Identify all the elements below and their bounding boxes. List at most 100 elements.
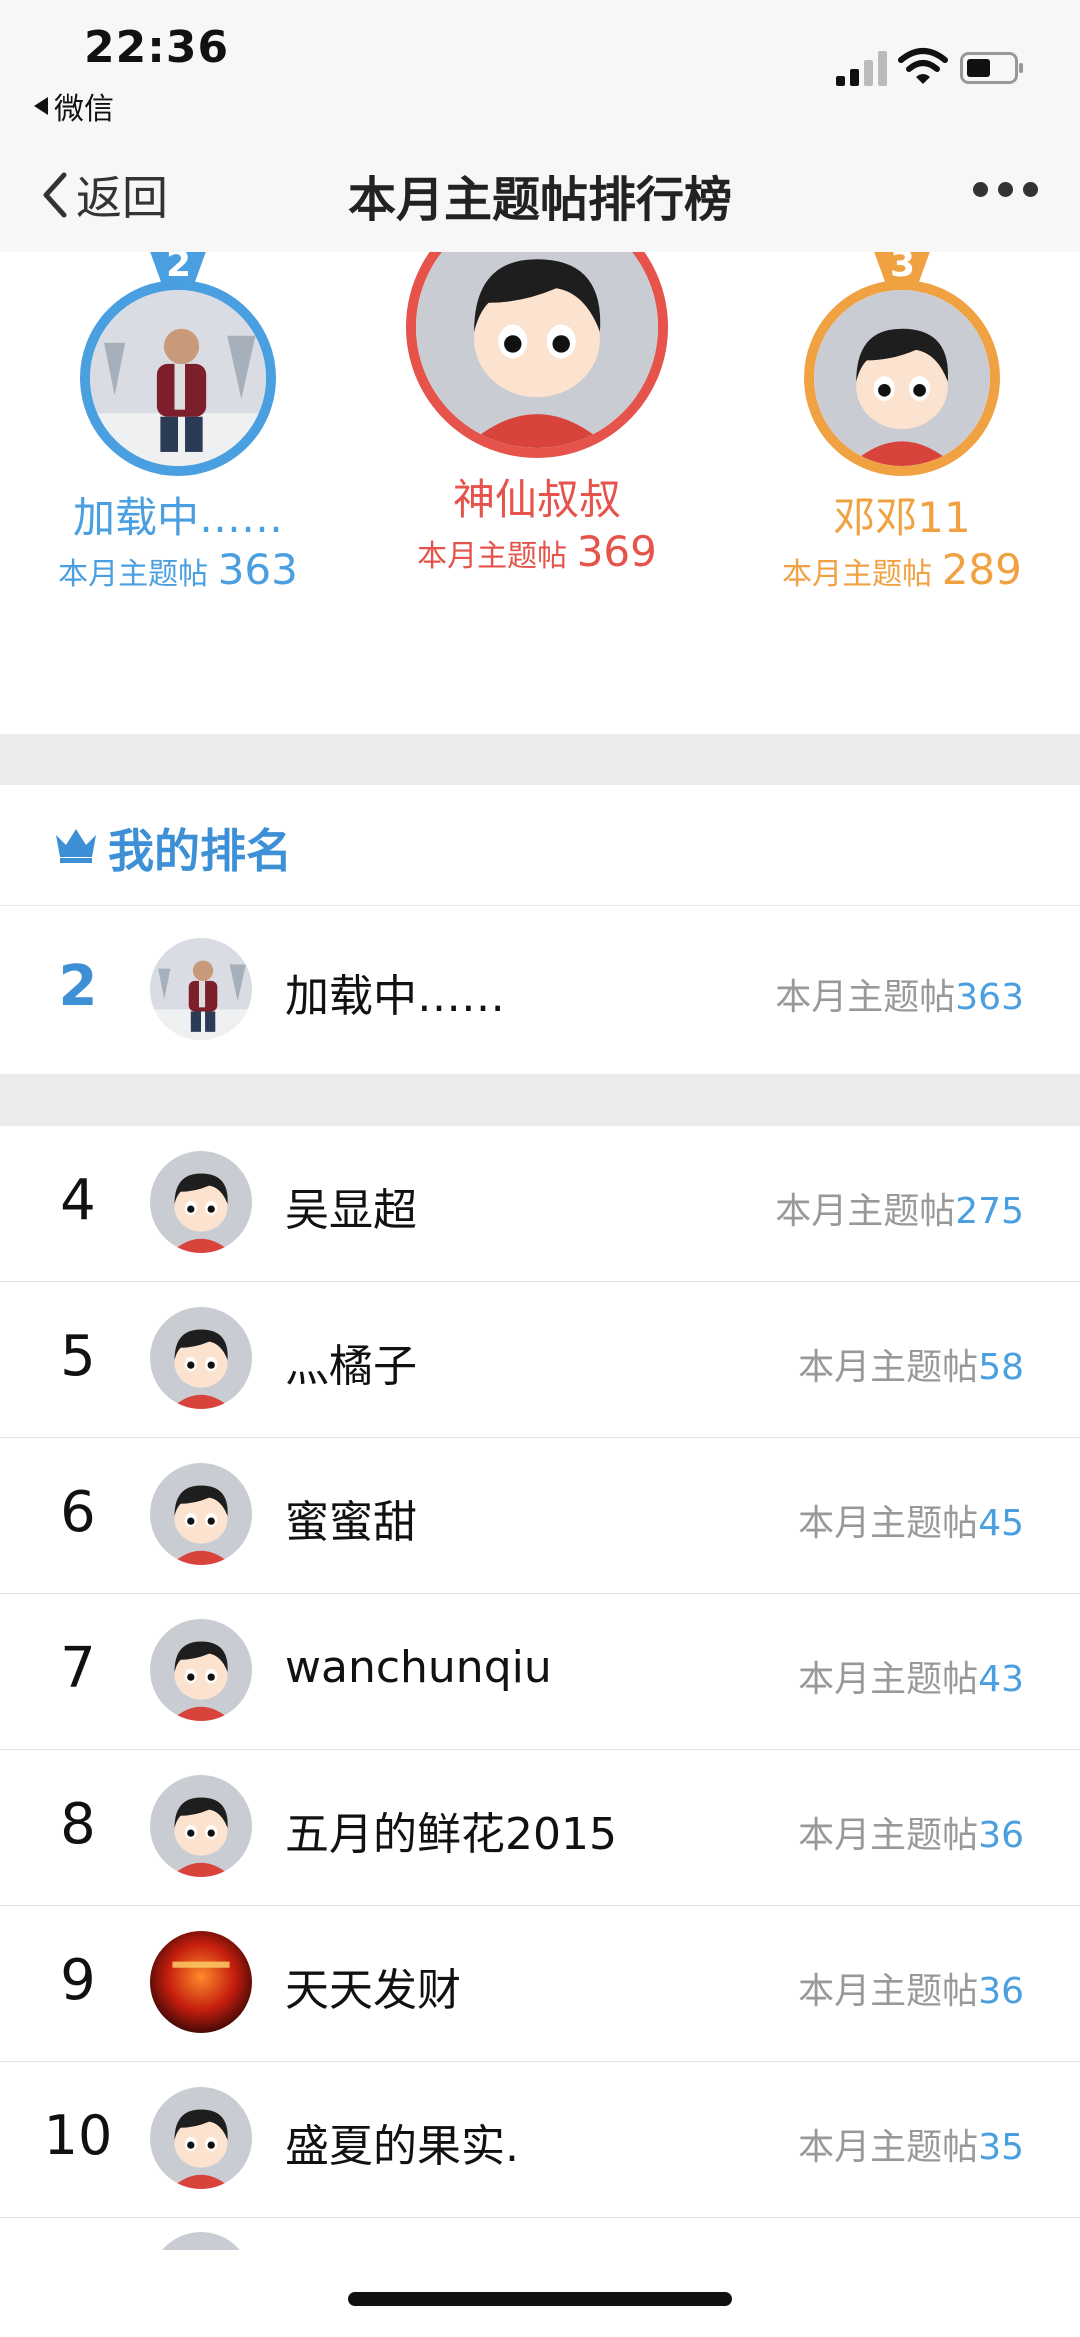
- rank-number: 9: [60, 1948, 96, 2013]
- cartoon-avatar: [814, 290, 990, 466]
- section-divider: [0, 734, 1080, 785]
- battery-icon: [960, 52, 1023, 84]
- list-item[interactable]: 9 天天发财 本月主题帖36: [0, 1906, 1080, 2062]
- avatar: [150, 1151, 252, 1253]
- list-item[interactable]: 6 蜜蜜甜 本月主题帖45: [0, 1438, 1080, 1594]
- stat-count: 363: [217, 545, 298, 594]
- podium-third-stat: 本月主题帖 289: [752, 545, 1052, 594]
- user-name: 蜜蜜甜: [285, 1497, 417, 1548]
- avatar: [150, 1463, 252, 1565]
- rank-number: 4: [60, 1168, 96, 1233]
- stat-label: 本月主题帖: [775, 977, 956, 1018]
- list-item[interactable]: 4 吴显超 本月主题帖275: [0, 1126, 1080, 1282]
- stat-label: 本月主题帖: [417, 539, 568, 574]
- avatar: [150, 1619, 252, 1721]
- list-item[interactable]: 10 盛夏的果实. 本月主题帖35: [0, 2062, 1080, 2218]
- avatar: [80, 280, 276, 476]
- rank-number: 5: [60, 1324, 96, 1389]
- podium-first-stat: 本月主题帖 369: [382, 527, 692, 576]
- avatar: [150, 1931, 252, 2033]
- user-name: 灬橘子: [285, 1341, 417, 1392]
- stat-count: 45: [978, 1503, 1024, 1544]
- user-name: 盛夏的果实.: [285, 2121, 519, 2172]
- stat-label: 本月主题帖: [798, 1503, 979, 1544]
- podium-second[interactable]: 2 加载中…… 本月主题帖 363: [28, 252, 328, 594]
- user-stat: 本月主题帖35: [798, 2118, 1024, 2170]
- user-stat: 本月主题帖36: [798, 1806, 1024, 1858]
- my-rank-title: 我的排名: [108, 824, 292, 878]
- user-stat: 本月主题帖363: [775, 968, 1024, 1020]
- stat-label: 本月主题帖: [782, 557, 933, 592]
- cartoon-avatar: [150, 1463, 252, 1565]
- rank-number: 7: [60, 1636, 96, 1701]
- podium-first[interactable]: 神仙叔叔 本月主题帖 369: [382, 252, 692, 576]
- rank-number: 8: [60, 1792, 96, 1857]
- my-rank-header: 我的排名: [0, 785, 1080, 906]
- stat-count: 43: [978, 1659, 1024, 1700]
- avatar: [150, 2087, 252, 2189]
- stat-count: 275: [955, 1191, 1024, 1232]
- crown-icon: [56, 829, 96, 863]
- user-stat: 本月主题帖45: [798, 1494, 1024, 1546]
- podium-third-name: 邓邓11: [833, 493, 971, 542]
- photo-avatar: [150, 938, 252, 1040]
- cartoon-avatar: [150, 1619, 252, 1721]
- rank-number: 2: [58, 954, 98, 1019]
- more-dot-icon: [973, 182, 988, 197]
- rank-number: 6: [60, 1480, 96, 1545]
- photo-avatar: [90, 290, 266, 466]
- user-name: 吴显超: [285, 1185, 417, 1236]
- avatar: [406, 252, 668, 458]
- user-name: wanchunqiu: [285, 1642, 552, 1693]
- stat-count: 36: [978, 1971, 1024, 2012]
- back-to-app-link[interactable]: 微信: [34, 84, 114, 128]
- stat-count: 363: [955, 977, 1024, 1018]
- signal-icon: [836, 51, 887, 86]
- user-name: 天天发财: [285, 1965, 461, 2016]
- home-indicator[interactable]: [348, 2292, 732, 2306]
- section-divider: [0, 1074, 1080, 1126]
- cartoon-avatar: [150, 1775, 252, 1877]
- wifi-icon: [898, 48, 948, 84]
- more-dot-icon: [1023, 182, 1038, 197]
- avatar: [150, 938, 252, 1040]
- status-time: 22:36: [84, 22, 230, 73]
- stat-count: 369: [576, 527, 657, 576]
- podium-third[interactable]: 3 邓邓11 本月主题帖 289: [752, 252, 1052, 594]
- stat-label: 本月主题帖: [58, 557, 209, 592]
- my-rank-row[interactable]: 2 加载中…… 本月主题帖363: [0, 906, 1080, 1074]
- avatar: [150, 1775, 252, 1877]
- podium: 2 加载中…… 本月主题帖 363 神仙叔叔 本月主题帖 369 3 邓邓11 …: [0, 252, 1080, 734]
- top-bar: 22:36 微信 返回 本月主题帖排行榜: [0, 0, 1080, 252]
- avatar: [150, 1307, 252, 1409]
- cartoon-avatar: [150, 2087, 252, 2189]
- user-stat: 本月主题帖58: [798, 1338, 1024, 1390]
- page-title: 本月主题帖排行榜: [347, 172, 732, 228]
- cartoon-avatar: [416, 252, 658, 448]
- stat-count: 289: [941, 545, 1022, 594]
- list-item[interactable]: 5 灬橘子 本月主题帖58: [0, 1282, 1080, 1438]
- user-stat: 本月主题帖36: [798, 1962, 1024, 2014]
- stat-label: 本月主题帖: [798, 1347, 979, 1388]
- red-photo-avatar: [150, 1931, 252, 2033]
- stat-label: 本月主题帖: [798, 2127, 979, 2168]
- stat-label: 本月主题帖: [798, 1659, 979, 1700]
- cartoon-avatar: [150, 1307, 252, 1409]
- avatar: [804, 280, 1000, 476]
- podium-first-name: 神仙叔叔: [452, 475, 621, 524]
- rank-number: 10: [43, 2104, 113, 2167]
- list-item[interactable]: 8 五月的鲜花2015 本月主题帖36: [0, 1750, 1080, 1906]
- cartoon-avatar: [150, 1151, 252, 1253]
- list-item[interactable]: 7 wanchunqiu 本月主题帖43: [0, 1594, 1080, 1750]
- stat-count: 35: [978, 2127, 1024, 2168]
- more-menu-button[interactable]: [973, 182, 1038, 197]
- user-stat: 本月主题帖275: [775, 1182, 1024, 1234]
- more-dot-icon: [998, 182, 1013, 197]
- stat-label: 本月主题帖: [798, 1815, 979, 1856]
- stat-count: 36: [978, 1815, 1024, 1856]
- user-name: 加载中……: [285, 971, 505, 1022]
- podium-second-stat: 本月主题帖 363: [28, 545, 328, 594]
- podium-second-name: 加载中……: [72, 493, 283, 542]
- user-name: 五月的鲜花2015: [285, 1809, 617, 1860]
- back-app-label: 微信: [54, 92, 114, 127]
